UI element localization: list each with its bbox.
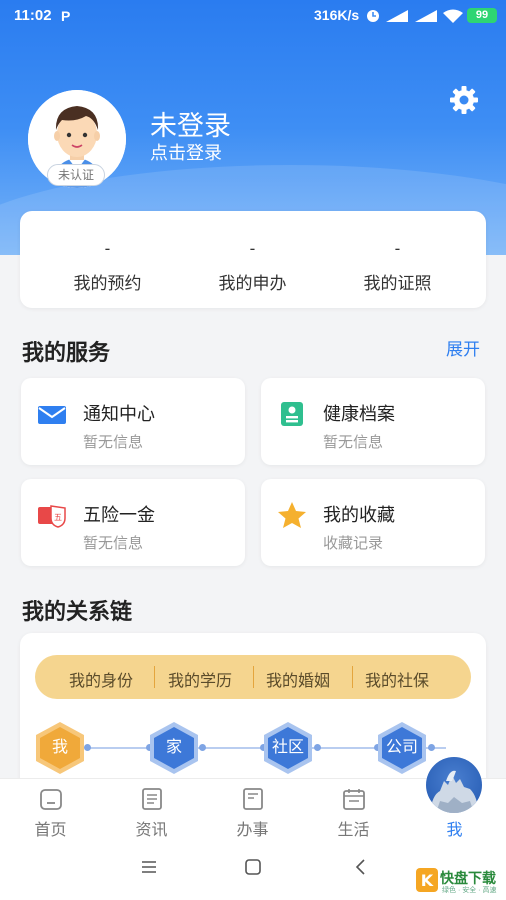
stat-appointments[interactable]: - 我的预约 — [30, 211, 185, 308]
tab-label: 资讯 — [135, 822, 168, 839]
service-notification-center[interactable]: 通知中心 暂无信息 — [21, 378, 245, 465]
tab-identity[interactable]: 我的身份 — [69, 667, 133, 691]
tab-home[interactable]: 首页 — [0, 779, 101, 841]
stat-label: 我的申办 — [218, 274, 287, 293]
relations-tabs: 我的身份 我的学历 我的婚姻 我的社保 — [35, 655, 471, 699]
health-record-icon — [281, 402, 303, 426]
news-icon — [142, 788, 162, 810]
back-icon[interactable] — [352, 858, 370, 876]
signal-icon — [415, 10, 437, 22]
service-title: 我的收藏 — [323, 505, 395, 525]
tab-affairs[interactable]: 办事 — [202, 779, 303, 841]
tab-social-security[interactable]: 我的社保 — [365, 667, 429, 691]
stat-licenses[interactable]: - 我的证照 — [320, 211, 475, 308]
stat-value: - — [104, 239, 111, 258]
chain-node-family[interactable]: 家 — [148, 721, 200, 775]
watermark-subtext: 绿色 · 安全 · 高速 — [442, 887, 497, 894]
home-icon — [40, 789, 62, 810]
chain-node-label: 我 — [51, 739, 68, 756]
svg-text:五: 五 — [54, 513, 62, 522]
tab-news[interactable]: 资讯 — [101, 779, 202, 841]
tab-life[interactable]: 生活 — [303, 779, 404, 841]
alarm-icon — [367, 10, 379, 22]
chain-node-label: 公司 — [385, 739, 418, 756]
stats-card: - 我的预约 - 我的申办 - 我的证照 — [20, 211, 486, 308]
insurance-card-icon: 五 — [38, 505, 66, 528]
home-button-icon[interactable] — [244, 858, 262, 876]
divider — [154, 666, 155, 688]
status-bar: 11:02 P 316K/s 99 — [0, 0, 506, 32]
tab-label: 我 — [446, 822, 463, 839]
tab-label: 办事 — [236, 822, 269, 839]
watermark-logo: K 快盘下载 绿色 · 安全 · 高速 — [416, 866, 502, 896]
chain-node-label: 社区 — [271, 739, 304, 756]
mascot-icon[interactable] — [426, 757, 482, 813]
relations-title: 我的关系链 — [22, 599, 133, 624]
stat-label: 我的证照 — [363, 274, 432, 293]
tab-label: 首页 — [34, 822, 67, 839]
stat-value: - — [249, 239, 256, 258]
chain-dot — [314, 744, 321, 751]
divider — [352, 666, 353, 688]
battery-indicator: 99 — [467, 8, 497, 23]
login-link[interactable]: 点击登录 — [150, 139, 222, 165]
service-title: 健康档案 — [323, 404, 395, 424]
affairs-icon — [243, 788, 263, 810]
stat-value: - — [394, 239, 401, 258]
stat-applications[interactable]: - 我的申办 — [175, 211, 330, 308]
chain-dot — [428, 744, 435, 751]
service-health-record[interactable]: 健康档案 暂无信息 — [261, 378, 485, 465]
service-title: 五险一金 — [83, 505, 155, 525]
envelope-icon — [38, 406, 66, 424]
watermark-k-icon: K — [416, 868, 438, 892]
service-title: 通知中心 — [83, 404, 155, 424]
service-subtitle: 暂无信息 — [83, 434, 144, 451]
chain-dot — [199, 744, 206, 751]
verification-badge: 未认证 — [47, 164, 105, 186]
gear-icon[interactable] — [448, 84, 480, 116]
tab-label: 生活 — [337, 822, 370, 839]
chain-node-community[interactable]: 社区 — [262, 721, 314, 775]
svg-text:K: K — [421, 871, 434, 890]
expand-button[interactable]: 展开 — [446, 335, 480, 360]
menu-icon[interactable] — [140, 858, 158, 876]
tab-marriage[interactable]: 我的婚姻 — [266, 667, 330, 691]
app-notification-icon: P — [61, 8, 71, 24]
network-speed: 316K/s — [314, 7, 360, 23]
status-time: 11:02 — [14, 7, 52, 24]
stat-label: 我的预约 — [73, 274, 142, 293]
tab-education[interactable]: 我的学历 — [168, 667, 232, 691]
signal-hd-icon — [386, 10, 408, 22]
chain-node-label: 家 — [165, 739, 182, 756]
user-name: 未登录 — [150, 111, 231, 141]
service-my-favorites[interactable]: 我的收藏 收藏记录 — [261, 479, 485, 566]
service-subtitle: 收藏记录 — [323, 535, 384, 552]
service-social-insurance[interactable]: 五 五险一金 暂无信息 — [21, 479, 245, 566]
service-subtitle: 暂无信息 — [83, 535, 144, 552]
chain-node-company[interactable]: 公司 — [376, 721, 428, 775]
star-icon — [278, 502, 306, 528]
service-subtitle: 暂无信息 — [323, 434, 384, 451]
wifi-icon — [443, 9, 463, 23]
services-title: 我的服务 — [22, 340, 111, 365]
divider — [253, 666, 254, 688]
statue-icon — [430, 770, 478, 813]
relations-card: 我的身份 我的学历 我的婚姻 我的社保 我 家 社区 公司 — [20, 633, 486, 793]
calendar-icon — [343, 789, 365, 810]
chain-node-self[interactable]: 我 — [34, 721, 86, 775]
